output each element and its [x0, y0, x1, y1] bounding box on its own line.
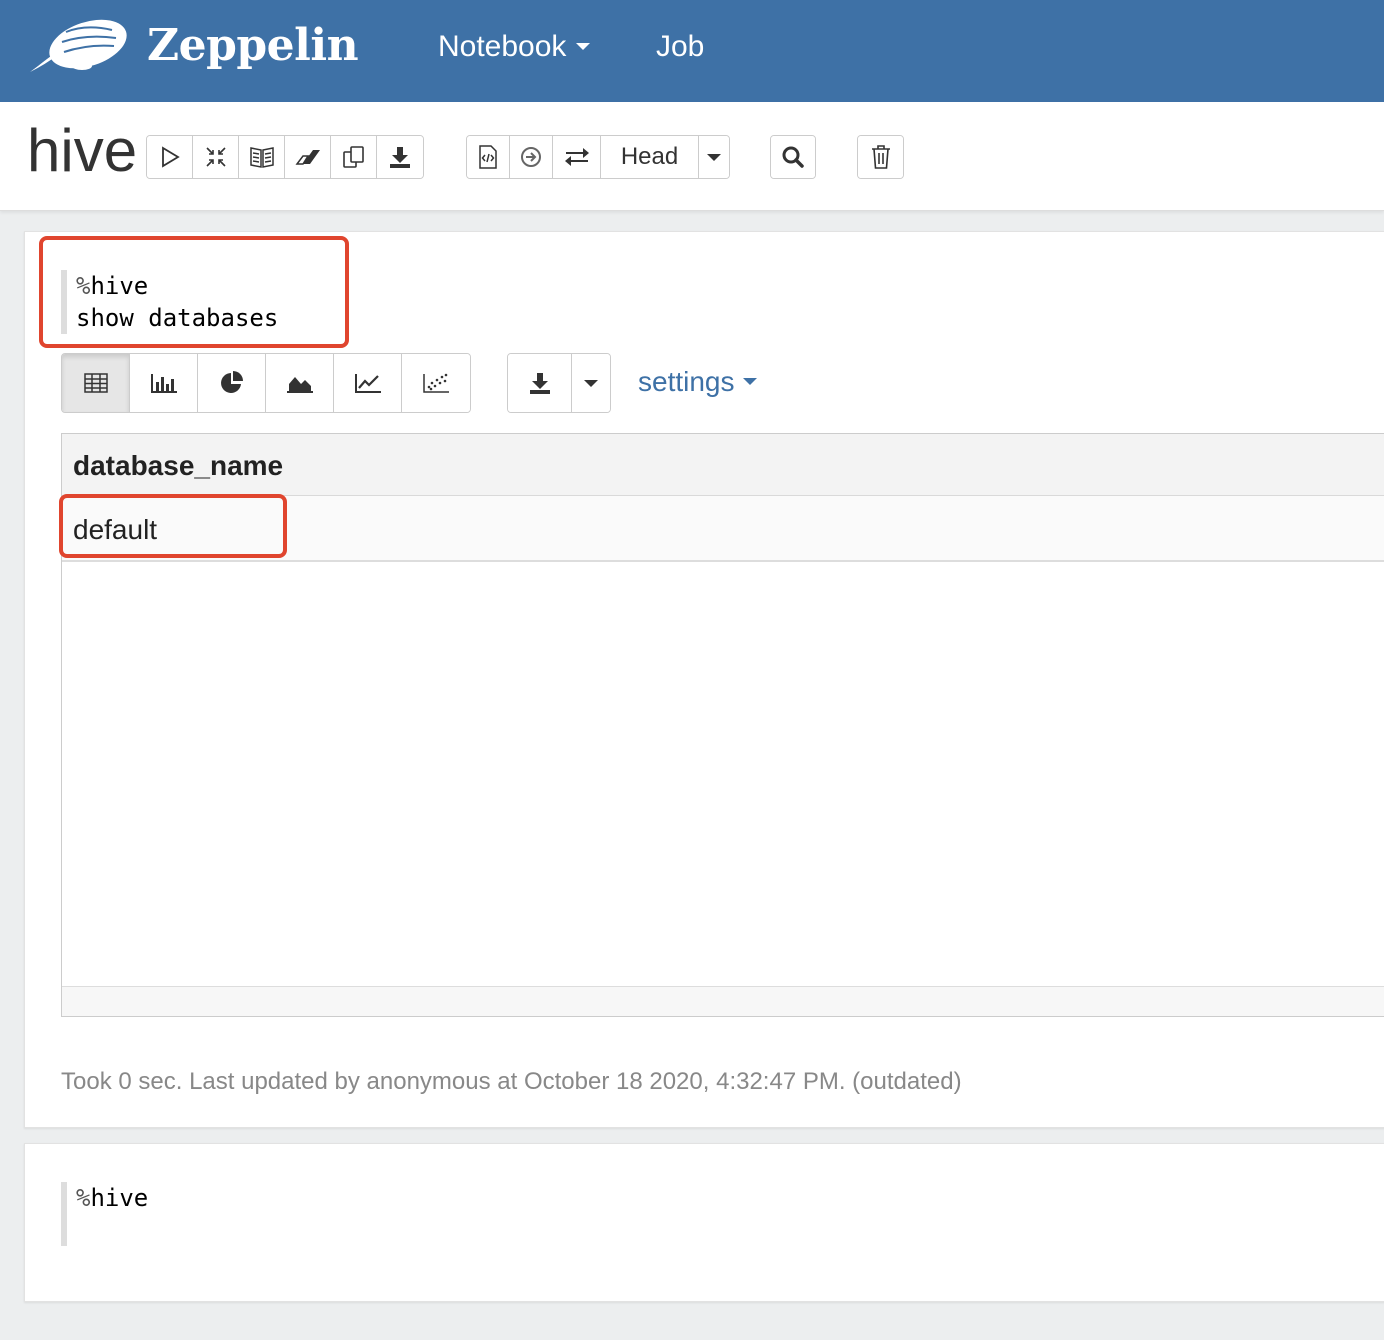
code-editor[interactable]: %hive show databases — [61, 270, 278, 334]
caret-down-icon — [576, 42, 591, 50]
download-data-group — [507, 353, 611, 413]
interpreter-prefix: % — [76, 1184, 91, 1212]
commit-button[interactable] — [510, 136, 553, 178]
trash-icon — [871, 145, 890, 169]
collapse-arrows-icon — [205, 147, 226, 167]
search-icon — [782, 146, 804, 168]
trash-group — [857, 135, 904, 179]
eraser-icon — [295, 150, 320, 165]
line-chart-icon — [354, 374, 381, 393]
area-chart-icon — [286, 377, 313, 393]
caret-down-icon — [742, 378, 757, 386]
revision-dropdown-toggle[interactable] — [699, 136, 729, 178]
zeppelin-logo-icon[interactable] — [26, 14, 130, 78]
compare-revisions-button[interactable] — [553, 136, 601, 178]
exchange-icon — [564, 148, 589, 166]
revision-select[interactable]: Head — [601, 136, 699, 178]
arrow-circle-right-icon — [521, 147, 541, 167]
paragraph-status: Took 0 sec. Last updated by anonymous at… — [61, 1068, 962, 1095]
caret-down-icon — [584, 380, 598, 387]
toggle-output-button[interactable] — [239, 136, 285, 178]
play-icon — [161, 146, 180, 168]
clone-note-button[interactable] — [331, 136, 377, 178]
table-cell: default — [73, 514, 158, 545]
download-icon — [529, 373, 550, 394]
settings-label: settings — [638, 366, 735, 397]
paragraph-2: %hive — [24, 1143, 1384, 1302]
table-icon — [83, 373, 108, 393]
revision-label: Head — [620, 143, 679, 170]
viz-line-chart-button[interactable] — [334, 354, 402, 412]
notebook-header: hive Head — [0, 102, 1384, 211]
brand-title[interactable]: Zeppelin — [147, 20, 359, 71]
clear-output-button[interactable] — [285, 136, 331, 178]
viz-area-chart-button[interactable] — [266, 354, 334, 412]
file-code-icon — [479, 145, 497, 169]
pie-chart-icon — [220, 371, 243, 393]
nav-job-link[interactable]: Job — [656, 30, 704, 64]
viz-table-button[interactable] — [62, 354, 130, 412]
interpreter-name: hive — [90, 272, 149, 300]
toggle-editor-button[interactable] — [193, 136, 239, 178]
search-group — [770, 135, 816, 179]
table-footer — [62, 986, 1384, 1016]
scatter-chart-icon — [423, 373, 449, 393]
book-icon — [249, 147, 274, 168]
notebook-actions-group — [146, 135, 424, 179]
table-row[interactable]: default — [62, 496, 1384, 562]
run-all-button[interactable] — [147, 136, 193, 178]
nav-notebook-menu[interactable]: Notebook — [438, 30, 591, 64]
download-data-button[interactable] — [508, 354, 572, 412]
navbar: Zeppelin Notebook Job — [0, 0, 1384, 102]
result-table: database_name default — [61, 433, 1384, 1017]
show-code-button[interactable] — [467, 136, 510, 178]
viz-pie-chart-button[interactable] — [198, 354, 266, 412]
search-button[interactable] — [771, 136, 815, 178]
viz-scatter-chart-button[interactable] — [402, 354, 470, 412]
export-note-button[interactable] — [377, 136, 423, 178]
visualization-selector — [61, 353, 471, 413]
notebook-title[interactable]: hive — [27, 116, 137, 185]
download-format-dropdown[interactable] — [572, 354, 610, 412]
caret-down-icon — [707, 154, 721, 161]
nav-notebook-label: Notebook — [438, 30, 567, 63]
interpreter-name: hive — [90, 1184, 149, 1212]
version-control-group: Head — [466, 135, 730, 179]
code-editor[interactable]: %hive — [61, 1182, 148, 1246]
copy-icon — [342, 146, 364, 168]
viz-bar-chart-button[interactable] — [130, 354, 198, 412]
delete-note-button[interactable] — [858, 136, 903, 178]
bar-chart-icon — [150, 374, 177, 393]
table-header-database-name[interactable]: database_name — [62, 434, 1384, 496]
settings-toggle[interactable]: settings — [638, 366, 757, 398]
editor-query-line: show databases — [76, 304, 279, 332]
paragraph-1: %hive show databases settings database_n… — [24, 231, 1384, 1128]
download-icon — [390, 147, 410, 168]
interpreter-prefix: % — [76, 272, 91, 300]
